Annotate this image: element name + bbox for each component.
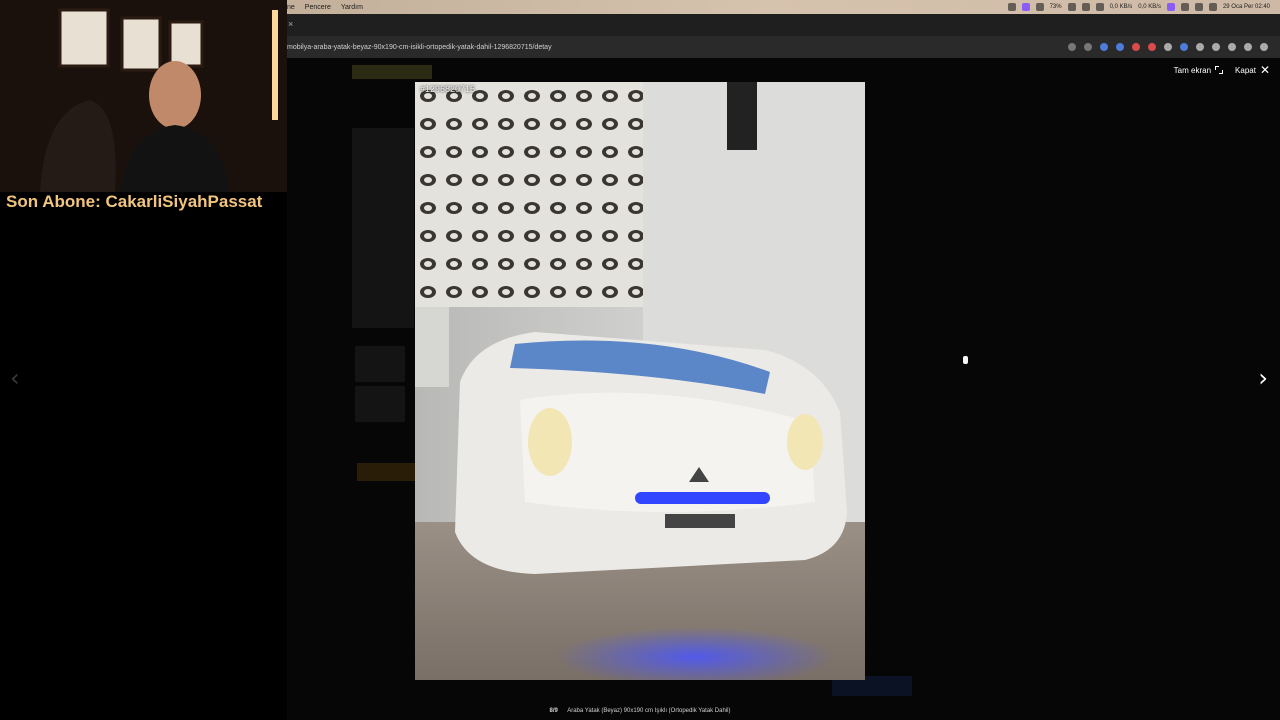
status-area: 73% 0,0 KB/s 0,0 KB/s 29 Oca Per 02:40 xyxy=(1007,3,1280,11)
toolbar-icons xyxy=(1068,43,1280,51)
network-up-text: 0,0 KB/s xyxy=(1109,4,1133,10)
photo-caption: 8/9 Araba Yatak (Beyaz) 90x190 cm Işıklı… xyxy=(0,708,1280,714)
bookmark-star-icon[interactable] xyxy=(1084,43,1092,51)
last-subscriber-text: Son Abone: CakarliSiyahPassat xyxy=(6,192,263,211)
next-photo-button[interactable]: › xyxy=(1258,364,1268,392)
close-icon: ✕ xyxy=(1259,63,1270,77)
menu-dots-icon[interactable] xyxy=(1260,43,1268,51)
clock-text[interactable]: 29 Oca Per 02:40 xyxy=(1223,4,1270,10)
ghost-image-area xyxy=(352,128,414,328)
battery-icon[interactable] xyxy=(1067,3,1076,11)
menu-items: ne Pencere Yardım xyxy=(287,4,363,11)
listing-photo: #1296820715 xyxy=(415,82,865,680)
close-label: Kapat xyxy=(1235,65,1256,75)
adblock-icon[interactable] xyxy=(1132,43,1140,51)
webcam-feed xyxy=(0,0,287,192)
network-down-text: 0,0 KB/s xyxy=(1138,4,1161,10)
menu-item-app[interactable]: ne xyxy=(287,4,295,11)
site-logo xyxy=(352,65,432,79)
translate-icon[interactable] xyxy=(1116,43,1124,51)
fullscreen-button[interactable]: Tam ekran xyxy=(1173,65,1224,75)
fullscreen-icon xyxy=(1215,66,1224,74)
profile-icon[interactable] xyxy=(1244,43,1252,51)
address-bar[interactable]: mobilya-araba-yatak-beyaz-90x190-cm-isik… xyxy=(287,44,552,51)
extension-icon[interactable] xyxy=(1100,43,1108,51)
wifi-icon[interactable] xyxy=(1194,3,1203,11)
lightbox-controls: Tam ekran Kapat ✕ xyxy=(1174,64,1270,76)
timer-icon[interactable] xyxy=(1035,3,1044,11)
screen-record-icon[interactable] xyxy=(1021,3,1030,11)
menu-item-window[interactable]: Pencere xyxy=(305,4,331,11)
screen: ne Pencere Yardım 73% 0,0 KB/s 0,0 KB/s … xyxy=(0,0,1280,720)
menu-item-help[interactable]: Yardım xyxy=(341,4,363,11)
control-center-icon[interactable] xyxy=(1208,3,1217,11)
fullscreen-label: Tam ekran xyxy=(1173,65,1212,75)
volume-icon[interactable] xyxy=(1180,3,1189,11)
key-icon[interactable] xyxy=(1068,43,1076,51)
photo-id: #1296820715 xyxy=(420,84,476,94)
car-bed-photo xyxy=(415,82,865,680)
extension-blue-icon[interactable] xyxy=(1180,43,1188,51)
bluetooth-icon[interactable] xyxy=(1095,3,1104,11)
extension-red-icon[interactable] xyxy=(1148,43,1156,51)
webcam-overlay xyxy=(0,0,287,192)
ghost-tab xyxy=(357,463,415,481)
ghost-thumbnail xyxy=(355,386,405,422)
photo-counter: 8/9 xyxy=(549,708,558,714)
ghost-thumbnail xyxy=(355,346,405,382)
tab-close-icon[interactable]: × xyxy=(288,19,293,29)
previous-photo-button[interactable]: ‹ xyxy=(10,364,20,392)
mouse-cursor xyxy=(963,356,968,364)
moon-icon[interactable] xyxy=(1081,3,1090,11)
close-button[interactable]: Kapat ✕ xyxy=(1235,64,1270,76)
focus-icon[interactable] xyxy=(1007,3,1016,11)
app-icon[interactable] xyxy=(1166,3,1175,11)
caption-text: Araba Yatak (Beyaz) 90x190 cm Işıklı (Or… xyxy=(567,708,731,714)
camera-icon[interactable] xyxy=(1164,43,1172,51)
shield-icon[interactable] xyxy=(1212,43,1220,51)
battery-text: 73% xyxy=(1049,4,1062,10)
link-icon[interactable] xyxy=(1196,43,1204,51)
puzzle-icon[interactable] xyxy=(1228,43,1236,51)
